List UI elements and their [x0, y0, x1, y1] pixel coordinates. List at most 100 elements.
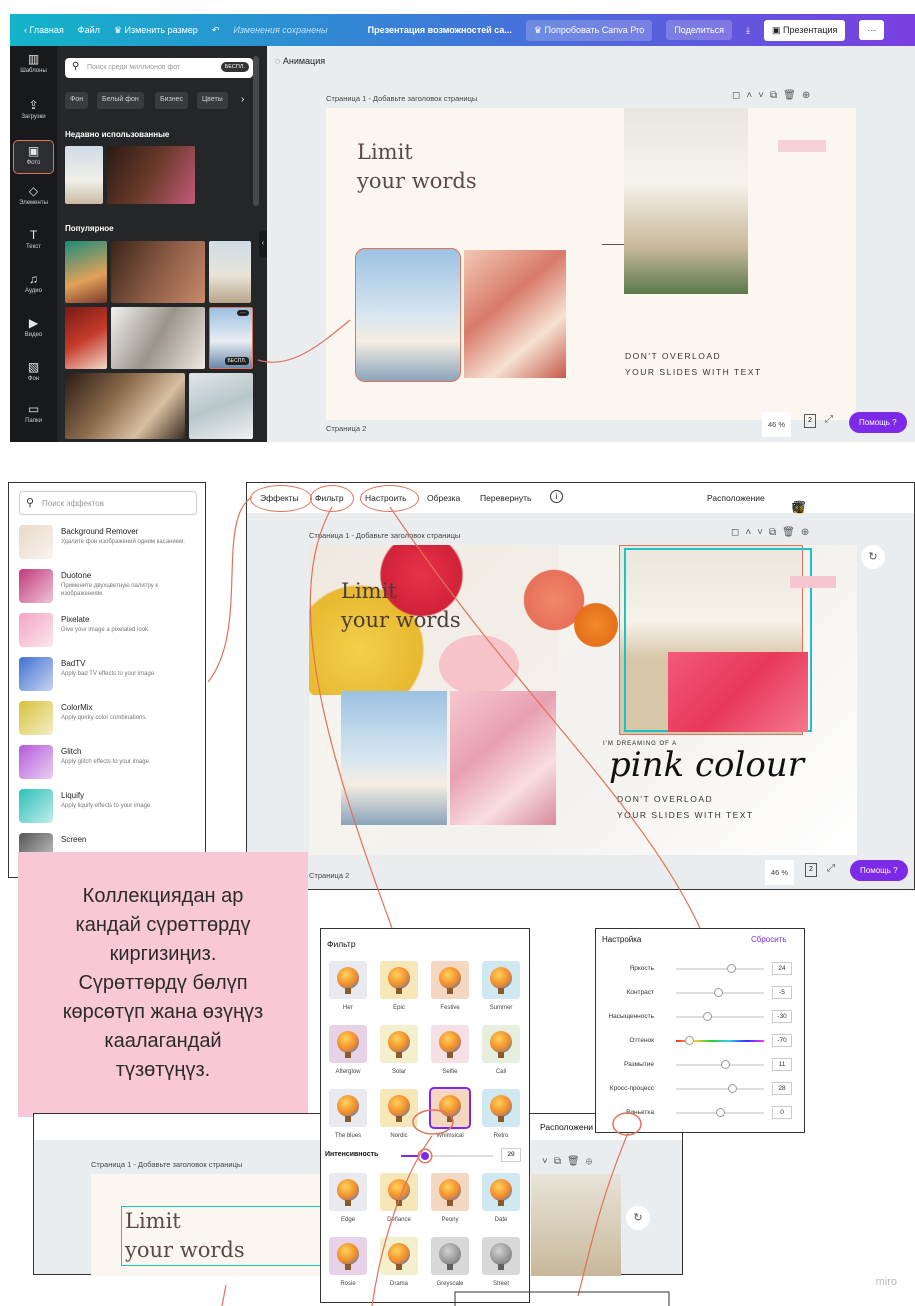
adjust-slider[interactable] [676, 968, 764, 970]
down-icon[interactable]: ˅ [542, 1156, 554, 1167]
help-button[interactable]: Помощь ? [849, 412, 907, 433]
slide-photo-woman[interactable] [355, 248, 461, 382]
download-icon[interactable]: ⤓ [746, 25, 750, 36]
filter-thumb[interactable] [380, 1025, 418, 1063]
back-home-button[interactable]: ‹ Главная [24, 25, 64, 35]
adjust-value[interactable]: -5 [772, 986, 792, 999]
add-page-icon[interactable]: ⊕ [802, 90, 816, 101]
intensity-value[interactable]: 29 [501, 1148, 521, 1162]
slide-photo-petals[interactable] [450, 691, 556, 825]
sidebar-item-folders[interactable]: ▭ Папки [10, 402, 57, 424]
refresh-icon[interactable]: ↻ [626, 1206, 650, 1230]
effect-item[interactable]: Duotone Примените двухцветную палитру к и… [19, 569, 199, 609]
resize-button[interactable]: ♛ Изменить размер [114, 25, 198, 36]
effect-item[interactable]: Pixelate Give your image a pixelated look… [19, 613, 199, 653]
filter-thumb[interactable] [429, 1087, 471, 1129]
filter-thumb[interactable] [329, 1025, 367, 1063]
page2-label[interactable]: Страница 2 [309, 871, 349, 880]
add-page-icon[interactable]: ⊕ [801, 527, 815, 538]
chip-business[interactable]: Бизнес [155, 92, 188, 109]
filter-thumb[interactable] [329, 1237, 367, 1275]
slide-tagline[interactable]: DON'T OVERLOAD YOUR SLIDES WITH TEXT [625, 348, 762, 380]
adjust-value[interactable]: -70 [772, 1034, 792, 1047]
popular-photo-5[interactable] [111, 307, 205, 369]
chips-next-icon[interactable]: › [241, 94, 244, 105]
sidebar-item-uploads[interactable]: ⇪ Загрузки [10, 98, 57, 120]
present-button[interactable]: ▣ Презентация [764, 19, 846, 41]
delete-icon[interactable]: 🗑 [567, 1156, 586, 1167]
adjust-slider[interactable] [676, 1016, 764, 1018]
free-badge[interactable]: БЕСПЛ. [220, 62, 249, 72]
slide-title[interactable]: Limit your words [357, 138, 477, 196]
pink-water-photo[interactable] [668, 652, 808, 732]
trash-icon[interactable]: 🗑 [792, 500, 815, 514]
duplicate-icon[interactable]: ⧉ [770, 90, 783, 101]
slide-tagline[interactable]: DON'T OVERLOAD YOUR SLIDES WITH TEXT [617, 791, 754, 823]
chip-white-background[interactable]: Белый фон [97, 92, 144, 109]
note-icon[interactable]: ◻ [732, 90, 746, 101]
slide-2[interactable]: Limit your words I'M DREAMING OF A pink c… [309, 545, 857, 855]
filter-thumb[interactable] [431, 1025, 469, 1063]
popular-photo-3[interactable] [209, 241, 251, 303]
info-icon[interactable]: i [550, 490, 563, 503]
effect-item[interactable]: Background Remover Удалите фон изображени… [19, 525, 199, 565]
collapse-panel-button[interactable]: ‹ [259, 231, 267, 257]
position-button[interactable]: Расположени [540, 1122, 593, 1132]
sidebar-item-audio[interactable]: ♫ Аудио [10, 272, 57, 294]
popular-photo-1[interactable] [65, 241, 107, 303]
adjust-value[interactable]: 28 [772, 1082, 792, 1095]
intensity-knob[interactable] [419, 1150, 431, 1162]
zoom-control[interactable]: 46 % [765, 860, 795, 885]
slide-photo-street[interactable] [531, 1174, 621, 1276]
flip-button[interactable]: Перевернуть [480, 493, 531, 503]
sidebar-item-video[interactable]: ▶ Видео [10, 316, 57, 338]
panel-scrollbar[interactable] [253, 56, 259, 206]
effect-item[interactable]: BadTV Apply bad TV effects to your image. [19, 657, 199, 697]
popular-photo-6[interactable]: ··· БЕСПЛ. [209, 307, 253, 369]
popular-photo-2[interactable] [111, 241, 205, 303]
up-icon[interactable]: ˄ [745, 527, 757, 538]
delete-icon[interactable]: 🗑 [782, 527, 801, 538]
effect-item[interactable]: Glitch Apply glitch effects to your image… [19, 745, 199, 785]
filter-thumb[interactable] [329, 961, 367, 999]
adjust-value[interactable]: -30 [772, 1010, 792, 1023]
adjust-knob[interactable] [716, 1108, 725, 1117]
animation-button[interactable]: ◌ Анимация [275, 56, 325, 66]
adjust-knob[interactable] [726, 964, 736, 973]
intensity-track[interactable] [401, 1150, 493, 1162]
effect-item[interactable]: ColorMix Apply quirky color combinations. [19, 701, 199, 741]
sidebar-item-elements[interactable]: ◇ Элементы [10, 184, 57, 206]
page1-label[interactable]: Страница 1 - Добавьте заголовок страницы [326, 94, 477, 103]
duplicate-icon[interactable]: ⧉ [554, 1156, 567, 1167]
adjust-knob[interactable] [685, 1036, 695, 1045]
fullscreen-icon[interactable]: ⤢ [827, 863, 835, 874]
adjust-value[interactable]: 11 [772, 1058, 792, 1071]
filter-thumb[interactable] [380, 1237, 418, 1275]
script-title[interactable]: pink colour [609, 745, 804, 785]
down-icon[interactable]: ˅ [758, 90, 770, 101]
recent-photo-1[interactable] [65, 146, 103, 204]
smoothie-photo[interactable] [439, 635, 519, 695]
adjust-value[interactable]: 0 [772, 1106, 792, 1119]
share-button[interactable]: Поделиться [666, 20, 733, 40]
filter-thumb[interactable] [482, 1237, 520, 1275]
fullscreen-icon[interactable]: ⤢ [825, 414, 833, 425]
effect-item[interactable]: Liquify Apply liquify effects to your ima… [19, 789, 199, 829]
slide-photo-street[interactable] [624, 108, 748, 294]
zoom-control[interactable]: 46 % [762, 412, 792, 437]
sidebar-item-text[interactable]: T Текст [10, 228, 57, 250]
filter-thumb[interactable] [380, 961, 418, 999]
page-count-button[interactable]: 2 [805, 863, 817, 877]
chip-background[interactable]: Фон [65, 92, 89, 109]
sidebar-item-photos[interactable]: ▣ Фото [13, 140, 54, 174]
up-icon[interactable]: ˄ [746, 90, 758, 101]
slide-1[interactable]: Limit your words DON'T OVERLOAD YOUR SLIDE… [326, 108, 856, 420]
page1-label[interactable]: Страница 1 - Добавьте заголовок страницы [91, 1160, 242, 1169]
down-icon[interactable]: ˅ [757, 527, 769, 538]
slide-photo-hands[interactable] [464, 250, 566, 378]
selected-street-photo[interactable] [619, 545, 836, 735]
popular-photo-7[interactable] [65, 373, 185, 439]
reset-button[interactable]: Сбросить [751, 935, 787, 944]
filter-thumb[interactable] [482, 961, 520, 999]
adjust-slider[interactable] [676, 1088, 764, 1090]
